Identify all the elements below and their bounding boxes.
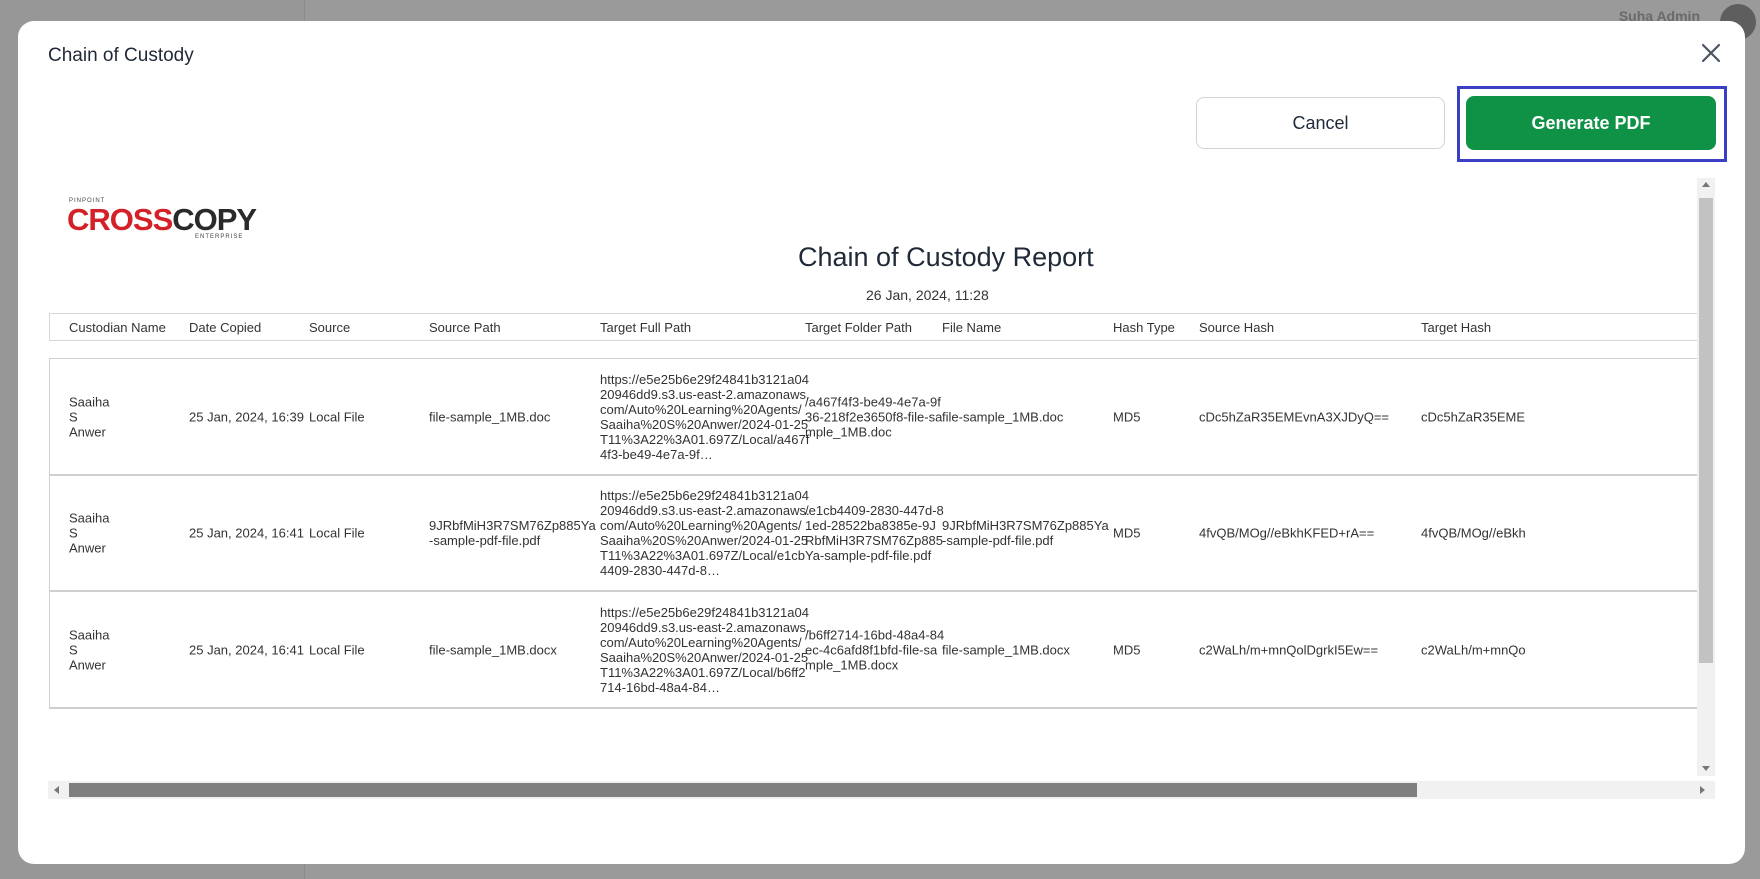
date-copied: 25 Jan, 2024, 16:39 [189,409,304,424]
source-hash: c2WaLh/m+mnQolDgrkI5Ew== [1199,642,1379,657]
source: Local File [309,525,365,540]
source: Local File [309,642,365,657]
target-full-path: https://e5e25b6e29f24841b3121a0420946dd9… [600,604,810,695]
source: Local File [309,409,365,424]
source-path: 9JRbfMiH3R7SM76Zp885Ya-sample-pdf-file.p… [429,517,596,548]
table-row: Saaiha S Anwer 25 Jan, 2024, 16:41 Local… [49,474,1715,592]
vertical-scrollbar[interactable] [1697,178,1715,776]
table-row: Saaiha S Anwer 25 Jan, 2024, 16:39 Local… [49,358,1715,476]
custodian-name: Saaiha S Anwer [69,394,110,439]
scroll-down-icon[interactable] [1702,766,1710,771]
file-name: 9JRbfMiH3R7SM76Zp885Ya-sample-pdf-file.p… [942,517,1109,548]
chain-of-custody-modal: Chain of Custody Cancel Generate PDF PIN… [18,21,1745,864]
scroll-up-icon[interactable] [1702,182,1710,187]
source-path: file-sample_1MB.docx [429,642,557,657]
column-header: Hash Type [1113,320,1175,335]
custodian-name: Saaiha S Anwer [69,510,110,555]
custodian-name: Saaiha S Anwer [69,627,110,672]
close-icon[interactable] [1697,39,1725,67]
column-header: Source Hash [1199,320,1275,335]
file-name: file-sample_1MB.docx [942,642,1070,657]
date-copied: 25 Jan, 2024, 16:41 [189,642,304,657]
target-folder-path: /a467f4f3-be49-4e7a-9f36-218f2e3650f8-fi… [805,394,943,439]
vertical-scroll-thumb[interactable] [1699,198,1713,663]
target-folder-path: /e1cb4409-2830-447d-81ed-28522ba8385e-9J… [805,502,944,563]
source-hash: cDc5hZaR35EMEvnA3XJDyQ== [1199,409,1390,424]
target-full-path: https://e5e25b6e29f24841b3121a0420946dd9… [600,371,810,462]
modal-title: Chain of Custody [48,45,194,66]
column-header: Target Hash [1421,320,1492,335]
hash-type: MD5 [1113,525,1141,540]
horizontal-scrollbar[interactable] [48,781,1715,799]
report-preview[interactable]: PINPOINT CROSSCOPY ENTERPRISE Chain of C… [48,178,1715,804]
target-folder-path: /b6ff2714-16bd-48a4-84ec-4c6afd8f1bfd-fi… [805,627,945,672]
column-header: Source [309,320,351,335]
column-header: Date Copied [189,320,262,335]
column-header: Target Folder Path [805,320,912,335]
column-header: Target Full Path [600,320,692,335]
logo-wordmark: CROSSCOPY [67,202,257,237]
target-full-path: https://e5e25b6e29f24841b3121a0420946dd9… [600,487,810,578]
column-header: Source Path [429,320,501,335]
cancel-button[interactable]: Cancel [1196,97,1445,149]
scroll-left-icon[interactable] [54,786,59,794]
hash-type: MD5 [1113,642,1141,657]
report-title: Chain of Custody Report [798,242,1094,272]
table-header: Custodian Name Date Copied Source Source… [49,313,1715,341]
column-header: Custodian Name [69,320,166,335]
file-name: file-sample_1MB.doc [942,409,1064,424]
source-hash: 4fvQB/MOg//eBkhKFED+rA== [1199,525,1375,540]
report-date: 26 Jan, 2024, 11:28 [866,287,989,303]
date-copied: 25 Jan, 2024, 16:41 [189,525,304,540]
table-row: Saaiha S Anwer 25 Jan, 2024, 16:41 Local… [49,591,1715,709]
hash-type: MD5 [1113,409,1141,424]
logo-sub-text: ENTERPRISE [195,234,244,240]
target-hash: cDc5hZaR35EME [1421,409,1526,424]
scroll-right-icon[interactable] [1700,786,1705,794]
source-path: file-sample_1MB.doc [429,409,551,424]
target-hash: c2WaLh/m+mnQo [1421,642,1526,657]
target-hash: 4fvQB/MOg//eBkh [1421,525,1526,540]
horizontal-scroll-thumb[interactable] [69,783,1417,797]
column-header: File Name [942,320,1002,335]
generate-pdf-button[interactable]: Generate PDF [1466,96,1716,150]
